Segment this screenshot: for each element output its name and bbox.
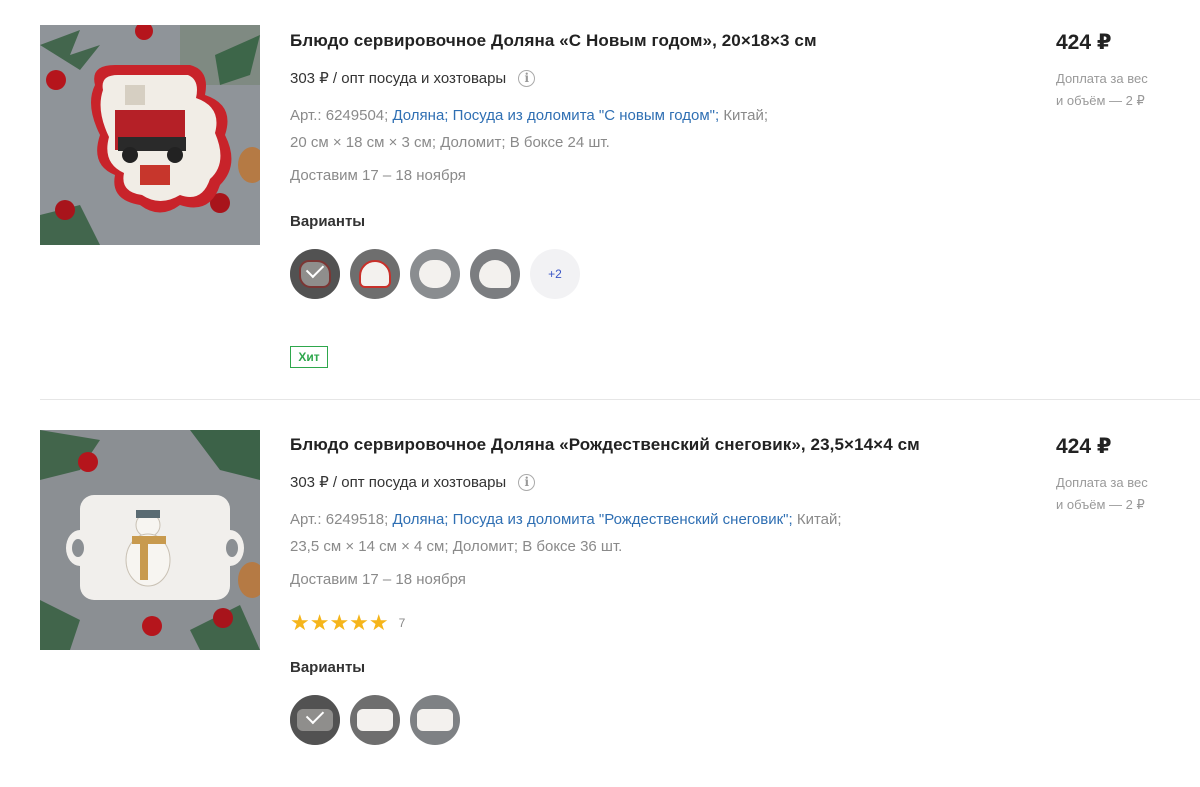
variants-label: Варианты <box>290 659 366 676</box>
brand-link[interactable]: Доляна; <box>392 107 448 124</box>
wholesale-price-row: 303 ₽ / опт посуда и хозтовары i <box>290 68 1010 88</box>
collection-link[interactable]: Посуда из доломита "С новым годом"; <box>453 107 719 124</box>
product-title[interactable]: Блюдо сервировочное Доляна «Рождественск… <box>290 434 1010 456</box>
checkmark-icon <box>305 705 325 725</box>
price: 424 ₽ <box>1056 31 1112 54</box>
box-quantity: В боксе 24 шт. <box>509 134 610 151</box>
variant-swatches: +2 <box>290 249 1010 299</box>
variant-thumbnail <box>479 260 511 288</box>
country: Китай; <box>796 511 842 528</box>
dimensions: 20 см × 18 см × 3 см; <box>290 134 437 151</box>
wholesale-price: 303 ₽ / опт посуда и хозтовары <box>290 70 507 87</box>
wholesale-price: 303 ₽ / опт посуда и хозтовары <box>290 474 507 491</box>
snowman-plate-image <box>40 430 260 650</box>
variant-swatch[interactable] <box>350 249 400 299</box>
variant-thumbnail <box>359 260 391 288</box>
sku: Арт.: 6249518; <box>290 511 389 528</box>
variant-thumbnail <box>419 260 451 288</box>
material: Доломит; <box>452 538 519 555</box>
surcharge-line-2: и объём — 2 ₽ <box>1056 93 1145 108</box>
product-meta: Арт.: 6249518; Доляна; Посуда из доломит… <box>290 506 1010 560</box>
material: Доломит; <box>440 134 506 151</box>
rating-count[interactable]: 7 <box>399 616 406 630</box>
price-column: 424 ₽ Доплата за вес и объём — 2 ₽ <box>1056 434 1196 516</box>
country: Китай; <box>723 107 769 124</box>
surcharge-note: Доплата за вес и объём — 2 ₽ <box>1056 68 1166 112</box>
info-icon[interactable]: i <box>518 473 536 491</box>
delivery-date: Доставим 17 – 18 ноября <box>290 167 466 184</box>
rating[interactable]: ★★★★★ 7 <box>290 612 1010 634</box>
variant-swatch[interactable] <box>410 249 460 299</box>
product-title[interactable]: Блюдо сервировочное Доляна «С Новым годо… <box>290 30 1010 52</box>
surcharge-line-1: Доплата за вес <box>1056 475 1148 490</box>
sku: Арт.: 6249504; <box>290 107 389 124</box>
hit-badge: Хит <box>290 346 328 368</box>
box-quantity: В боксе 36 шт. <box>522 538 623 555</box>
delivery-date: Доставим 17 – 18 ноября <box>290 571 466 588</box>
star-icons: ★★★★★ <box>290 610 389 635</box>
variant-thumbnail <box>417 709 453 731</box>
variant-swatches <box>290 695 1010 745</box>
product-info: Блюдо сервировочное Доляна «Рождественск… <box>290 434 1010 745</box>
variant-thumbnail <box>357 709 393 731</box>
price-column: 424 ₽ Доплата за вес и объём — 2 ₽ <box>1056 30 1196 112</box>
brand-link[interactable]: Доляна; <box>392 511 448 528</box>
surcharge-note: Доплата за вес и объём — 2 ₽ <box>1056 472 1166 516</box>
collection-link[interactable]: Посуда из доломита "Рождественский снего… <box>453 511 793 528</box>
dimensions: 23,5 см × 14 см × 4 см; <box>290 538 449 555</box>
christmas-plate-image <box>40 25 260 245</box>
more-variants-button[interactable]: +2 <box>530 249 580 299</box>
product-info: Блюдо сервировочное Доляна «С Новым годо… <box>290 30 1010 299</box>
surcharge-line-1: Доплата за вес <box>1056 71 1148 86</box>
product-card: Блюдо сервировочное Доляна «С Новым годо… <box>0 0 1200 399</box>
price: 424 ₽ <box>1056 435 1112 458</box>
wholesale-price-row: 303 ₽ / опт посуда и хозтовары i <box>290 472 1010 492</box>
info-icon[interactable]: i <box>518 69 536 87</box>
variant-swatch[interactable] <box>350 695 400 745</box>
product-image[interactable] <box>40 25 260 245</box>
variant-swatch-selected[interactable] <box>290 249 340 299</box>
product-card: Блюдо сервировочное Доляна «Рождественск… <box>0 400 1200 787</box>
variant-swatch[interactable] <box>470 249 520 299</box>
product-image[interactable] <box>40 430 260 650</box>
variant-swatch-selected[interactable] <box>290 695 340 745</box>
variant-swatch[interactable] <box>410 695 460 745</box>
variants-label: Варианты <box>290 213 366 230</box>
checkmark-icon <box>305 259 325 279</box>
product-meta: Арт.: 6249504; Доляна; Посуда из доломит… <box>290 102 1010 156</box>
surcharge-line-2: и объём — 2 ₽ <box>1056 497 1145 512</box>
